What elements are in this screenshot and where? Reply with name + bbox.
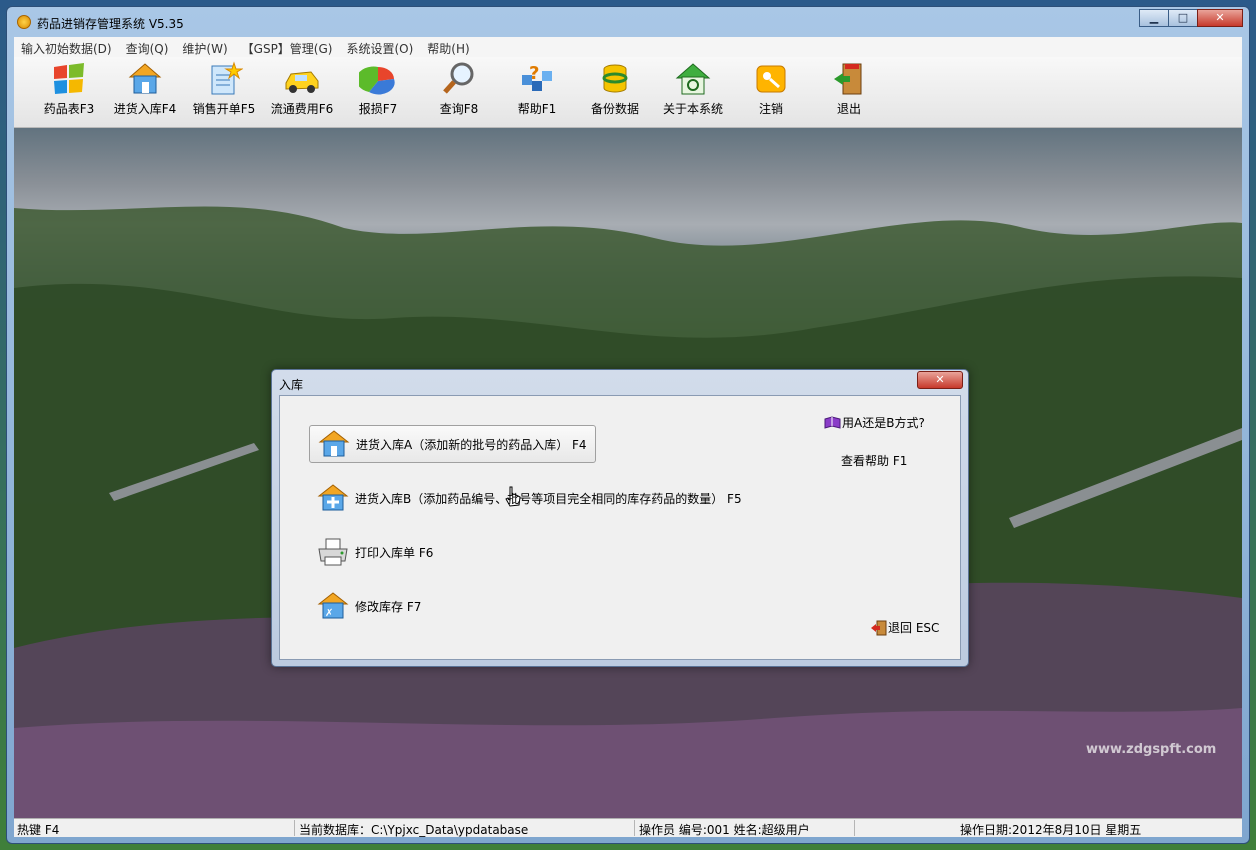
document-star-icon xyxy=(205,61,244,97)
status-separator xyxy=(854,820,855,836)
menu-settings[interactable]: 系统设置(O) xyxy=(339,37,420,57)
print-stock-in-button[interactable]: 打印入库单 F6 xyxy=(309,533,469,571)
stock-in-b-label: 进货入库B（添加药品编号、批号等项目完全相同的库存药品的数量） F5 xyxy=(355,491,742,506)
menu-gsp[interactable]: 【GSP】管理(G) xyxy=(235,37,340,57)
status-separator xyxy=(634,820,635,836)
toolbar-exit-button[interactable]: 退出 xyxy=(810,61,888,117)
maximize-button[interactable]: □ xyxy=(1168,9,1198,27)
pie-chart-icon xyxy=(356,61,397,97)
title-bar[interactable]: 药品进销存管理系统 V5.35 ▁ □ ✕ xyxy=(7,7,1249,37)
toolbar: 药品表F3 进货入库F4 销售开单F5 流通费用F6 报损F7 查询F8 ? 帮… xyxy=(14,57,1242,128)
menu-init-data[interactable]: 输入初始数据(D) xyxy=(14,37,119,57)
menu-maintain[interactable]: 维护(W) xyxy=(175,37,234,57)
print-stock-in-label: 打印入库单 F6 xyxy=(355,545,434,560)
dialog-title: 入库 xyxy=(279,378,304,392)
toolbar-about-button[interactable]: 关于本系统 xyxy=(654,61,732,117)
modify-stock-label: 修改库存 F7 xyxy=(355,599,422,614)
which-method-label: 用A还是B方式? xyxy=(842,416,925,430)
desktop-wallpaper: 入库 ✕ 进货入库A（添加新的批号的药品入库） F4 进货入库B（添加药品编号、… xyxy=(14,128,1242,818)
exit-door-icon xyxy=(830,61,868,97)
close-button[interactable]: ✕ xyxy=(1197,9,1243,27)
client-area: 输入初始数据(D) 查询(Q) 维护(W) 【GSP】管理(G) 系统设置(O)… xyxy=(14,37,1242,837)
status-bar: 热键 F4 当前数据库：C:\Ypjxc_Data\ypdatabase 操作员… xyxy=(14,818,1242,837)
stock-in-b-button[interactable]: 进货入库B（添加药品编号、批号等项目完全相同的库存药品的数量） F5 xyxy=(309,479,769,517)
back-esc-label: 退回 ESC xyxy=(888,621,940,635)
toolbar-sales-button[interactable]: 销售开单F5 xyxy=(185,61,263,117)
toolbar-help-button[interactable]: ? 帮助F1 xyxy=(498,61,576,117)
house-icon xyxy=(318,429,350,459)
help-question-icon: ? xyxy=(518,61,556,97)
toolbar-drug-table-button[interactable]: 药品表F3 xyxy=(30,61,108,117)
watermark-text: www.zdgspft.com xyxy=(1086,742,1217,757)
toolbar-logout-button[interactable]: 注销 xyxy=(732,61,810,117)
status-operator: 操作员 编号:001 姓名:超级用户 xyxy=(639,823,810,837)
toolbar-query-button[interactable]: 查询F8 xyxy=(420,61,498,117)
view-help-link[interactable]: 查看帮助 F1 xyxy=(841,452,907,469)
toolbar-backup-button[interactable]: 备份数据 xyxy=(576,61,654,117)
main-window: 药品进销存管理系统 V5.35 ▁ □ ✕ 输入初始数据(D) 查询(Q) 维护… xyxy=(6,6,1250,844)
stock-in-dialog: 入库 ✕ 进货入库A（添加新的批号的药品入库） F4 进货入库B（添加药品编号、… xyxy=(271,369,969,667)
book-icon xyxy=(824,415,841,429)
exit-arrow-icon xyxy=(871,620,887,635)
window-controls: ▁ □ ✕ xyxy=(1139,9,1243,27)
house-icon xyxy=(126,61,164,97)
menu-bar: 输入初始数据(D) 查询(Q) 维护(W) 【GSP】管理(G) 系统设置(O)… xyxy=(14,37,1242,58)
modify-stock-button[interactable]: ✗ 修改库存 F7 xyxy=(309,587,469,625)
dialog-body: 进货入库A（添加新的批号的药品入库） F4 进货入库B（添加药品编号、批号等项目… xyxy=(279,395,961,660)
menu-help[interactable]: 帮助(H) xyxy=(420,37,476,57)
database-icon xyxy=(596,61,634,97)
dialog-close-button[interactable]: ✕ xyxy=(917,371,963,389)
svg-text:?: ? xyxy=(529,63,539,84)
toolbar-stock-in-button[interactable]: 进货入库F4 xyxy=(106,61,184,117)
toolbar-expense-button[interactable]: 流通费用F6 xyxy=(263,61,341,117)
house-plus-icon xyxy=(317,483,349,513)
view-help-label: 查看帮助 F1 xyxy=(841,454,908,468)
which-method-link[interactable]: 用A还是B方式? xyxy=(824,414,925,431)
menu-query[interactable]: 查询(Q) xyxy=(119,37,176,57)
back-esc-button[interactable]: 退回 ESC xyxy=(870,619,939,636)
taxi-icon xyxy=(283,61,321,97)
svg-text:✗: ✗ xyxy=(325,608,333,619)
status-separator xyxy=(294,820,295,836)
minimize-button[interactable]: ▁ xyxy=(1139,9,1169,27)
status-database: 当前数据库：C:\Ypjxc_Data\ypdatabase xyxy=(299,823,529,837)
window-title: 药品进销存管理系统 V5.35 xyxy=(37,17,184,31)
key-icon xyxy=(752,61,790,97)
printer-icon xyxy=(317,537,349,567)
stock-in-a-label: 进货入库A（添加新的批号的药品入库） F4 xyxy=(356,437,587,452)
status-date: 操作日期:2012年8月10日 星期五 xyxy=(960,823,1142,837)
toolbar-damage-button[interactable]: 报损F7 xyxy=(339,61,417,117)
app-logo-icon xyxy=(17,15,31,29)
windows-logo-icon xyxy=(50,61,88,97)
magnifier-icon xyxy=(440,61,478,97)
stock-in-a-button[interactable]: 进货入库A（添加新的批号的药品入库） F4 xyxy=(309,425,596,507)
house-edit-icon: ✗ xyxy=(317,591,349,621)
status-hotkey: 热键 F4 xyxy=(17,823,60,837)
about-house-icon xyxy=(674,61,712,97)
